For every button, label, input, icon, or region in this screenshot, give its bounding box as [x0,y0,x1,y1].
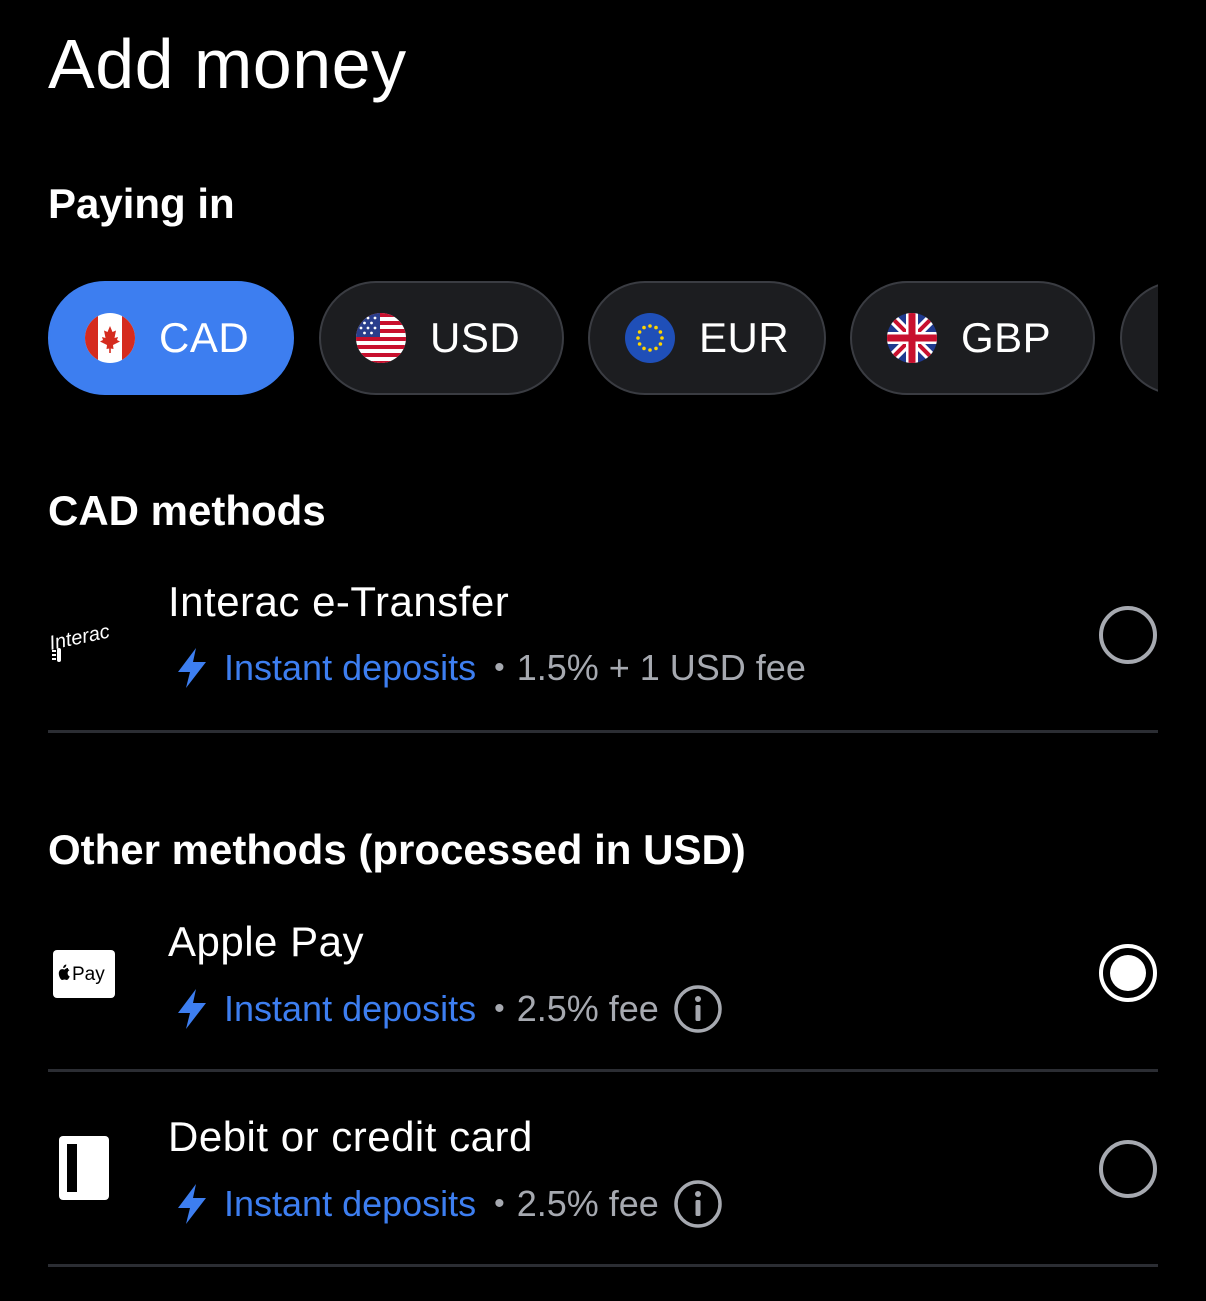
card-icon [59,1136,109,1200]
other-methods-heading: Other methods (processed in USD) [48,826,746,873]
uk-flag-icon [887,313,937,363]
divider [48,1069,1158,1072]
divider [48,1264,1158,1267]
fee-label: 1.5% + 1 USD fee [516,647,806,688]
lightning-bolt-icon [172,987,212,1031]
currency-code: USD [430,314,521,361]
radio-button[interactable] [1098,605,1158,665]
fee-label: 2.5% fee [516,1183,659,1224]
apple-pay-logo: Pay [53,950,115,998]
instant-deposits-label: Instant deposits [224,1183,477,1224]
lightning-bolt-icon [172,646,212,690]
paying-in-heading: Paying in [48,180,235,227]
radio-button[interactable] [1098,1139,1158,1199]
currency-code: GBP [961,314,1052,361]
interac-logo: Interac [47,612,128,672]
method-details: Instant deposits • 2.5% fee [172,984,723,1034]
currency-code: EUR [699,314,790,361]
fee-label: 2.5% fee [516,988,659,1029]
separator-dot: • [494,1187,505,1220]
info-icon[interactable] [673,984,723,1034]
currency-chip-usd[interactable]: USD [319,281,564,395]
us-flag-icon [356,313,406,363]
method-card[interactable]: Debit or credit card Instant deposits • … [48,1107,1158,1237]
lightning-bolt-icon [172,1182,212,1226]
canada-flag-icon [85,313,135,363]
currency-chip-gbp[interactable]: GBP [850,281,1095,395]
currency-chip-more[interactable] [1120,281,1158,395]
method-apple-pay[interactable]: Pay Apple Pay Instant deposits • 2.5% fe… [48,912,1158,1042]
method-interac[interactable]: Interac Interac e-Transfer Instant depos… [47,572,1158,702]
page-title: Add money [48,25,407,103]
apple-pay-logo-text: Pay [72,964,105,985]
instant-deposits-label: Instant deposits [224,647,477,688]
currency-chip-cad[interactable]: CAD [48,281,294,395]
radio-button-selected[interactable] [1098,943,1158,1003]
cad-methods-heading: CAD methods [48,487,326,534]
divider [48,730,1158,733]
info-icon[interactable] [673,1179,723,1229]
method-name: Debit or credit card [168,1113,533,1160]
currency-code: CAD [159,314,250,361]
instant-deposits-label: Instant deposits [224,988,477,1029]
method-details: Instant deposits • 2.5% fee [172,1179,723,1229]
method-name: Apple Pay [168,918,364,965]
separator-dot: • [494,992,505,1025]
eu-flag-icon [625,313,675,363]
separator-dot: • [494,651,505,684]
currency-chip-row[interactable]: CAD USD EUR GBP [48,281,1158,395]
method-details: Instant deposits • 1.5% + 1 USD fee [172,646,806,690]
method-name: Interac e-Transfer [168,578,510,625]
currency-chip-eur[interactable]: EUR [588,281,826,395]
add-money-screen: Add money Paying in CAD USD EUR GBP CAD … [0,0,1206,1301]
